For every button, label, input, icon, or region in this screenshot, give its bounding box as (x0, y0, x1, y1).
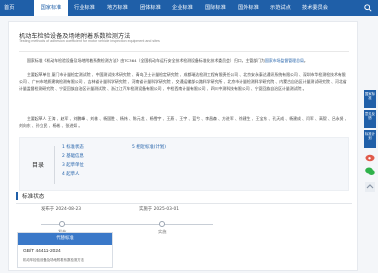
replaced-standard-card[interactable]: 代替标准 GB/T 44411-2024 机动车检验设备及场地附着系数检测方法 (17, 232, 113, 268)
nav-local-standards[interactable]: 地方标准 (107, 0, 128, 16)
status-timeline (41, 224, 213, 225)
toc-label: 目录 (32, 162, 45, 169)
back-to-top-icon[interactable] (364, 181, 376, 193)
replaced-standard-code[interactable]: GB/T 44411-2024 (23, 249, 61, 254)
wechat-icon[interactable] (364, 165, 376, 177)
status-section-title: 标准状态 (22, 194, 45, 200)
replaced-standard-name: 机动车检验设备及场地附着系数检测方法 (23, 258, 85, 262)
nav-foreign-standards[interactable]: 国外标准 (238, 0, 259, 16)
top-navigation: 首页 国家标准 行业标准 地方标准 团体标准 企业标准 国际标准 国外标准 示范… (0, 0, 378, 16)
intro-text: 国家标准《机动车检验设备及场地附着系数检测方法》由TC364（全国机动车运行安全… (27, 58, 265, 63)
published-dot (59, 221, 65, 227)
nav-enterprise-standards[interactable]: 企业标准 (172, 0, 193, 16)
nav-international-standards[interactable]: 国际标准 (205, 0, 226, 16)
toc-item-basic-info[interactable]: 2 基础信息 (62, 153, 84, 159)
toc-item-drafting-units[interactable]: 3 起草单位 (62, 162, 84, 168)
weibo-icon[interactable] (364, 151, 376, 163)
side-btn-plan[interactable]: 标准计划 (364, 130, 376, 148)
intro-end: 。 (303, 58, 308, 63)
section-marker (16, 192, 18, 200)
toc-item-status[interactable]: 1 标准状态 (62, 144, 84, 150)
nav-home[interactable]: 首页 (4, 0, 26, 16)
nav-national-standards[interactable]: 国家标准 (34, 0, 68, 16)
drafters-paragraph: 主要起草人 王涛 、赵军 、刘鹏峰 、刘栋 、杨国胜 、杨炜 、陈元龙 、杨雪宇… (19, 116, 349, 128)
standard-detail-card: 机动车检验设备及场地附着系数检测方法 Testing methods of ad… (8, 21, 358, 271)
drafting-units-paragraph: 主要起草单位 厦门市计量检定测试院 、中国测试技术研究院 、青岛卫士计量检定研究… (19, 72, 347, 91)
nav-industry-standards[interactable]: 行业标准 (74, 0, 95, 16)
intro-paragraph: 国家标准《机动车检验设备及场地附着系数检测方法》由TC364（全国机动车运行安全… (19, 57, 349, 64)
title-divider (19, 51, 349, 52)
nav-pilot-demos[interactable]: 示范试点 (270, 0, 291, 16)
replaced-standard-header: 代替标准 (18, 233, 112, 245)
side-btn-national[interactable]: 国家标准 (364, 90, 376, 108)
implemented-date: 实施于 2025-03-01 (139, 207, 180, 212)
implemented-label: 实施 (158, 229, 167, 234)
authority-link[interactable]: 国家市场监督管理总局 (265, 58, 304, 63)
section-divider (16, 203, 352, 204)
toc-separator (54, 146, 55, 184)
table-of-contents: 目录 1 标准状态 2 基础信息 3 起草单位 4 起草人 5 相近标准(计划) (19, 137, 349, 191)
toc-item-drafters[interactable]: 4 起草人 (62, 171, 79, 177)
nav-group-standards[interactable]: 团体标准 (140, 0, 161, 16)
published-date: 发布于 2024-08-23 (41, 207, 82, 212)
toc-item-similar-standards[interactable]: 5 相近标准(计划) (132, 144, 166, 150)
side-btn-feedback[interactable]: 意见反馈 (364, 110, 376, 128)
implemented-dot (159, 221, 165, 227)
nav-technical-committee[interactable]: 技术委员会 (302, 0, 328, 16)
page-subtitle-english: Testing methods of adhesion coefficient … (19, 39, 160, 43)
search-icon[interactable] (364, 4, 372, 12)
